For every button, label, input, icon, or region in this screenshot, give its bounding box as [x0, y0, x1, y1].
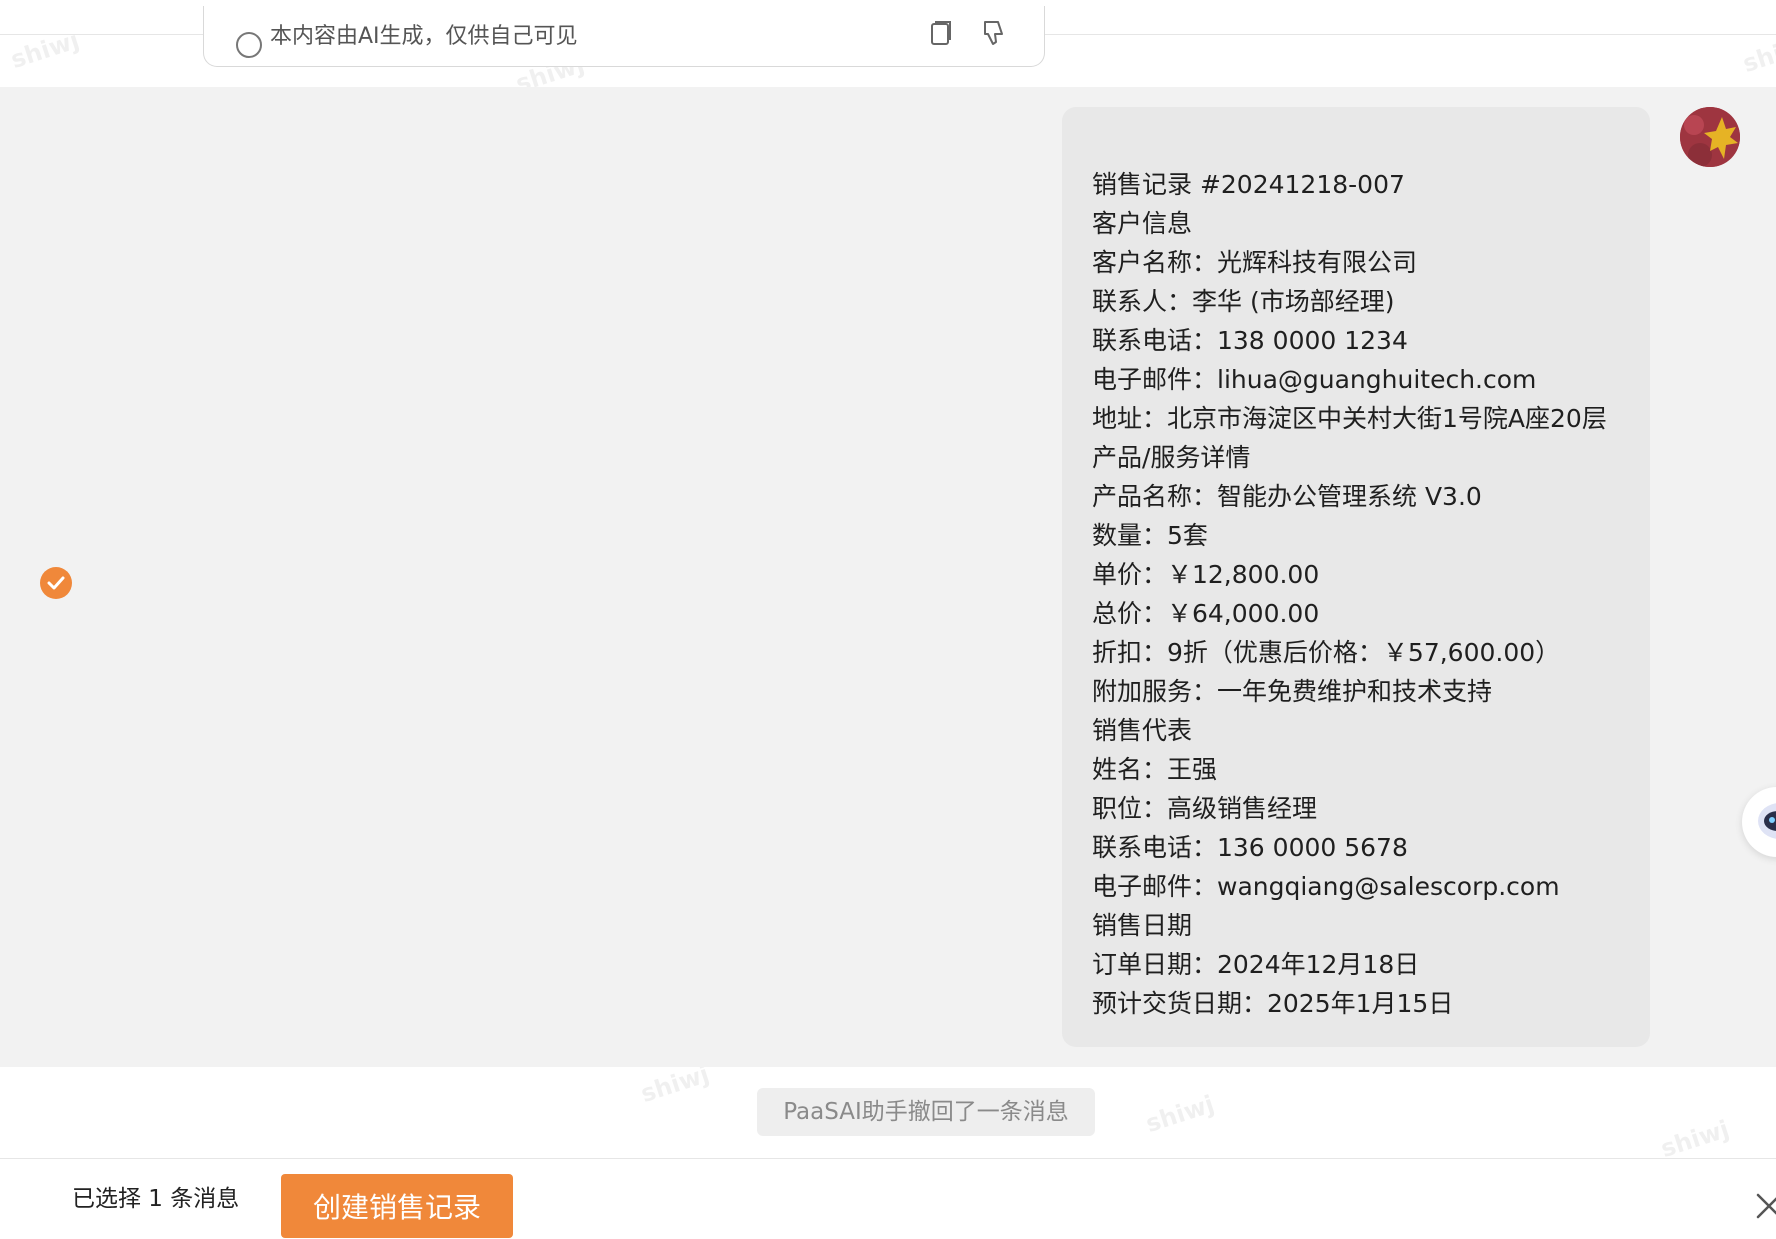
- info-circle-icon: [236, 32, 262, 58]
- selected-message-row[interactable]: 销售记录 #20241218-007 客户信息客户名称：光辉科技有限公司 联系人：李…: [0, 87, 1776, 1067]
- message-line: 附加服务：一年免费维护和技术支持: [1092, 677, 1493, 706]
- avatar[interactable]: [1680, 107, 1740, 167]
- message-line: 折扣：9折（优惠后价格：￥57,600.00）: [1092, 638, 1561, 667]
- message-line: 订单日期：2024年12月18日: [1092, 950, 1420, 979]
- message-line: 数量：5套: [1092, 521, 1208, 550]
- message-line: 单价：￥12,800.00: [1092, 560, 1320, 589]
- copy-icon[interactable]: [930, 20, 952, 46]
- recall-notice: PaaSAI助手撤回了一条消息: [757, 1088, 1095, 1136]
- message-line: 产品名称：智能办公管理系统 V3.0: [1092, 482, 1482, 511]
- selected-count-text: 已选择 1 条消息: [72, 1186, 240, 1212]
- watermark: shiwj: [1739, 29, 1776, 79]
- message-line: 电子邮件：lihua@guanghuitech.com: [1092, 365, 1537, 394]
- message-line: 姓名：王强: [1092, 755, 1218, 784]
- message-line: 产品/服务详情: [1092, 443, 1251, 472]
- message-line: 客户信息: [1092, 209, 1193, 238]
- watermark: shiwj: [1657, 1114, 1733, 1164]
- thumbs-down-icon[interactable]: [982, 20, 1004, 46]
- message-line: 销售日期: [1092, 911, 1193, 940]
- message-line: 总价：￥64,000.00: [1092, 599, 1320, 628]
- create-sales-record-button[interactable]: 创建销售记录: [281, 1174, 513, 1238]
- message-line: 联系电话：136 0000 5678: [1092, 833, 1408, 862]
- message-line: 联系电话：138 0000 1234: [1092, 326, 1408, 355]
- message-bubble: 销售记录 #20241218-007 客户信息客户名称：光辉科技有限公司 联系人：李…: [1062, 107, 1650, 1047]
- message-line: 销售记录 #20241218-007: [1092, 170, 1405, 199]
- close-icon[interactable]: [1756, 1193, 1776, 1219]
- message-line: 职位：高级销售经理: [1092, 794, 1318, 823]
- message-content: 销售记录 #20241218-007 客户信息客户名称：光辉科技有限公司 联系人：李…: [1092, 165, 1642, 1023]
- selection-bar: 已选择 1 条消息 创建销售记录: [0, 1158, 1776, 1239]
- watermark: shiwj: [637, 1059, 713, 1109]
- message-line: 预计交货日期：2025年1月15日: [1092, 989, 1454, 1018]
- message-line: 电子邮件：wangqiang@salescorp.com: [1092, 872, 1560, 901]
- message-line: 地址：北京市海淀区中关村大街1号院A座20层: [1092, 404, 1607, 433]
- previous-message-card: 本内容由AI生成，仅供自己可见: [203, 6, 1045, 67]
- watermark: shiwj: [1142, 1089, 1218, 1139]
- maple-leaf-avatar-icon: [1680, 107, 1740, 167]
- message-line: 销售代表: [1092, 716, 1193, 745]
- ai-generated-notice: 本内容由AI生成，仅供自己可见: [270, 24, 578, 49]
- selected-checkbox[interactable]: [40, 567, 72, 599]
- check-icon: [47, 576, 65, 590]
- message-line: 联系人：李华 (市场部经理): [1092, 287, 1395, 316]
- message-line: 客户名称：光辉科技有限公司: [1092, 248, 1418, 277]
- assistant-robot-icon[interactable]: [1742, 787, 1776, 857]
